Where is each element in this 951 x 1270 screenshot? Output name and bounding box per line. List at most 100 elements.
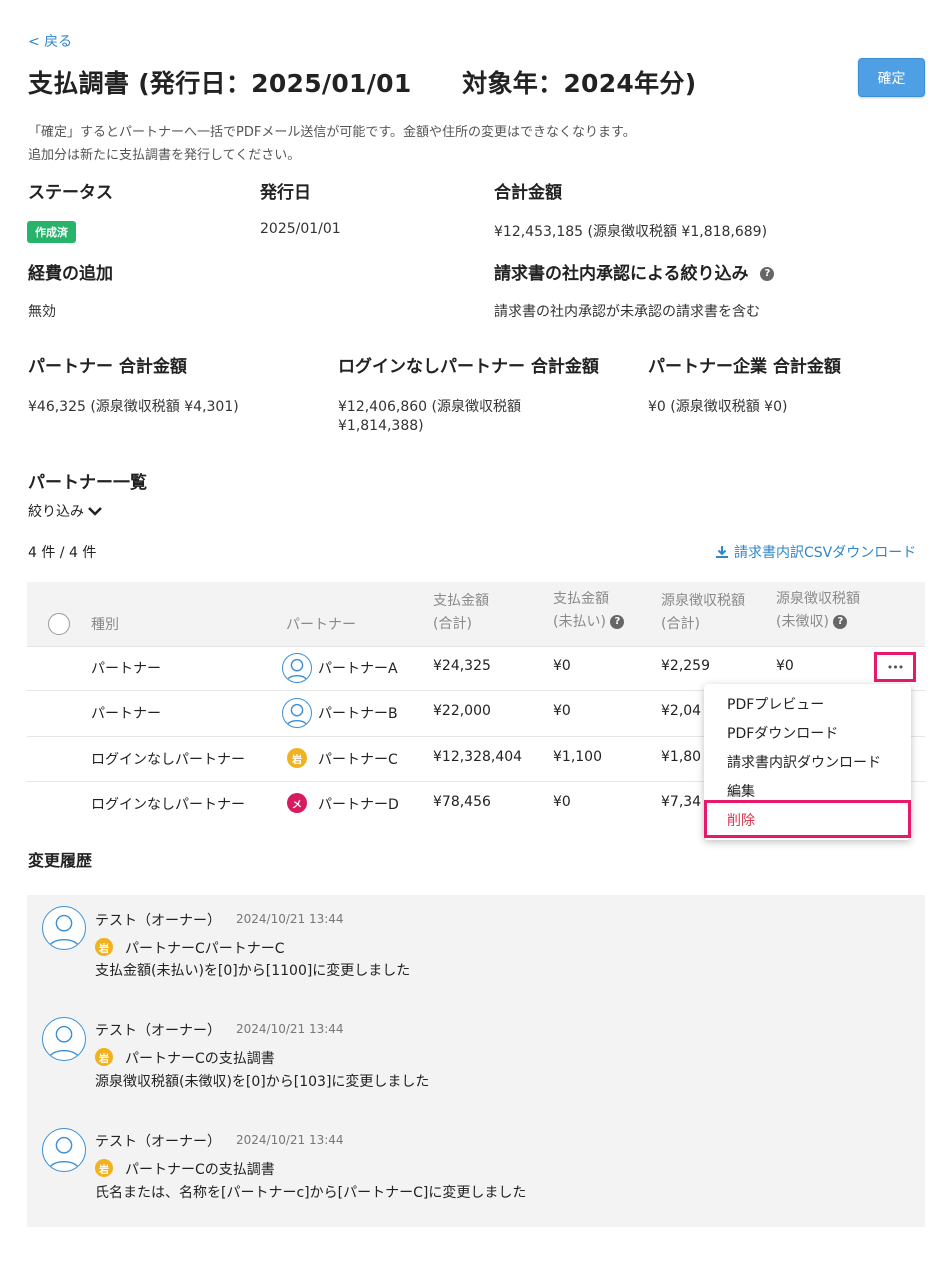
history-user: テスト（オーナー） — [95, 913, 221, 929]
note-line-1: 「確定」するとパートナーへ一括でPDFメール送信が可能です。金額や住所の変更はで… — [28, 125, 636, 140]
col-partner[interactable]: パートナー — [286, 614, 356, 637]
nologin-total-value-line2: ¥1,814,388) — [338, 418, 424, 434]
status-label: ステータス — [28, 183, 113, 203]
download-icon — [716, 546, 728, 558]
row-2-type: パートナー — [91, 706, 161, 722]
initial-avatar-icon: 岩 — [95, 1159, 113, 1177]
menu-item-edit[interactable]: 編集 — [727, 781, 755, 801]
more-icon: ••• — [886, 660, 904, 674]
total-value: ¥12,453,185 (源泉徴収税額 ¥1,818,689) — [494, 224, 768, 240]
row-4-withholding: ¥7,34 — [661, 794, 702, 810]
result-count: 4 件 / 4 件 — [28, 545, 97, 561]
initial-avatar-icon: 岩 — [287, 748, 307, 768]
initial-avatar-icon: 岩 — [95, 938, 113, 956]
row-2-partner-name[interactable]: パートナーB — [318, 703, 398, 723]
partner-total-label: パートナー 合計金額 — [28, 357, 187, 377]
row-1-type: パートナー — [91, 661, 161, 677]
history-message: 支払金額(未払い)を[0]から[1100]に変更しました — [95, 963, 411, 979]
help-icon[interactable]: ? — [760, 267, 775, 281]
note-line-2: 追加分は新たに支払調書を発行してください。 — [28, 148, 301, 163]
history-title: 変更履歴 — [28, 851, 93, 870]
history-time: 2024/10/21 13:44 — [236, 912, 344, 926]
row-4-type: ログインなしパートナー — [91, 797, 245, 813]
initial-avatar-icon: メ — [287, 793, 307, 813]
menu-item-delete[interactable]: 削除 — [727, 810, 755, 830]
row-4-unpaid: ¥0 — [553, 794, 571, 810]
col-paid-total[interactable]: 支払金額 (合計) — [433, 590, 489, 636]
page-title: 支払調書 (発行日：2025/01/01 対象年：2024年分) — [28, 69, 697, 98]
row-3-partner-name[interactable]: パートナーC — [318, 749, 398, 769]
row-2-withholding: ¥2,04 — [661, 703, 702, 719]
approval-filter-label-text: 請求書の社内承認による絞り込み — [494, 264, 749, 284]
col-unpaid[interactable]: 支払金額 (未払い) ? — [553, 588, 625, 634]
nologin-total-value-line1: ¥12,406,860 (源泉徴収税額 — [338, 399, 521, 415]
company-total-value: ¥0 (源泉徴収税額 ¥0) — [648, 399, 788, 415]
col-unpaid-line2: (未払い) ? — [553, 611, 625, 634]
back-link[interactable]: < 戻る — [28, 31, 72, 51]
col-unpaid-line1: 支払金額 — [553, 591, 609, 607]
history-subject: パートナーCの支払調書 — [125, 1162, 275, 1178]
filter-label: 絞り込み — [28, 504, 84, 520]
csv-download-link[interactable]: 請求書内訳CSVダウンロード — [715, 542, 916, 562]
expense-label: 経費の追加 — [28, 264, 113, 284]
approval-filter-value: 請求書の社内承認が未承認の請求書を含む — [494, 304, 760, 320]
row-more-button[interactable]: ••• — [874, 652, 916, 682]
user-avatar-icon — [42, 1128, 86, 1172]
row-3-unpaid: ¥1,100 — [553, 749, 602, 765]
select-all-checkbox[interactable] — [48, 613, 70, 635]
col-withholding-total-line2: (合計) — [661, 616, 700, 632]
row-1-withholding: ¥2,259 — [661, 658, 710, 674]
row-divider — [27, 646, 925, 647]
menu-item-pdf-preview[interactable]: PDFプレビュー — [727, 694, 824, 714]
person-avatar-icon — [282, 698, 312, 728]
col-withholding-total-line1: 源泉徴収税額 — [661, 593, 745, 609]
col-withholding-unpaid-line1: 源泉徴収税額 — [776, 591, 860, 607]
row-1-paid: ¥24,325 — [433, 658, 491, 674]
nologin-total-label: ログインなしパートナー 合計金額 — [338, 357, 599, 377]
help-icon[interactable]: ? — [833, 615, 848, 629]
issue-date-value: 2025/01/01 — [260, 221, 341, 237]
history-message: 氏名または、名称を[パートナーc]から[パートナーC]に変更しました — [95, 1185, 527, 1201]
row-3-paid: ¥12,328,404 — [433, 749, 523, 765]
history-subject: パートナーCの支払調書 — [125, 1051, 275, 1067]
col-paid-total-line1: 支払金額 — [433, 593, 489, 609]
history-time: 2024/10/21 13:44 — [236, 1133, 344, 1147]
history-subject: パートナーCパートナーC — [125, 941, 285, 957]
csv-download-label: 請求書内訳CSVダウンロード — [734, 545, 917, 561]
total-label: 合計金額 — [494, 183, 562, 203]
history-message: 源泉徴収税額(未徴収)を[0]から[103]に変更しました — [95, 1074, 430, 1090]
row-2-paid: ¥22,000 — [433, 703, 491, 719]
row-1-withholding-unpaid: ¥0 — [776, 658, 794, 674]
issue-date-label: 発行日 — [260, 183, 311, 203]
col-paid-total-line2: (合計) — [433, 616, 472, 632]
row-action-menu: PDFプレビュー PDFダウンロード 請求書内訳ダウンロード 編集 削除 — [704, 684, 911, 840]
history-time: 2024/10/21 13:44 — [236, 1022, 344, 1036]
chevron-down-icon — [88, 507, 102, 516]
partner-total-value: ¥46,325 (源泉徴収税額 ¥4,301) — [28, 399, 239, 415]
col-withholding-total[interactable]: 源泉徴収税額 (合計) — [661, 590, 745, 636]
user-avatar-icon — [42, 1017, 86, 1061]
col-withholding-unpaid-line2: (未徴収) ? — [776, 611, 860, 634]
row-4-partner-name[interactable]: パートナーD — [318, 794, 399, 814]
history-user: テスト（オーナー） — [95, 1134, 221, 1150]
company-total-label: パートナー企業 合計金額 — [648, 357, 841, 377]
menu-item-pdf-download[interactable]: PDFダウンロード — [727, 723, 838, 743]
row-1-unpaid: ¥0 — [553, 658, 571, 674]
row-1-partner-name[interactable]: パートナーA — [318, 658, 398, 678]
user-avatar-icon — [42, 906, 86, 950]
help-icon[interactable]: ? — [610, 615, 625, 629]
confirm-button[interactable]: 確定 — [858, 58, 925, 97]
filter-toggle[interactable]: 絞り込み — [28, 501, 102, 521]
history-user: テスト（オーナー） — [95, 1023, 221, 1039]
partner-list-title: パートナー一覧 — [28, 473, 147, 493]
person-avatar-icon — [282, 653, 312, 683]
menu-item-invoice-download[interactable]: 請求書内訳ダウンロード — [727, 752, 881, 772]
expense-value: 無効 — [28, 304, 56, 320]
row-2-unpaid: ¥0 — [553, 703, 571, 719]
col-type[interactable]: 種別 — [91, 614, 119, 637]
initial-avatar-icon: 岩 — [95, 1048, 113, 1066]
row-3-withholding: ¥1,80 — [661, 749, 702, 765]
status-badge: 作成済 — [27, 221, 76, 243]
col-withholding-unpaid[interactable]: 源泉徴収税額 (未徴収) ? — [776, 588, 860, 634]
row-3-type: ログインなしパートナー — [91, 752, 245, 768]
